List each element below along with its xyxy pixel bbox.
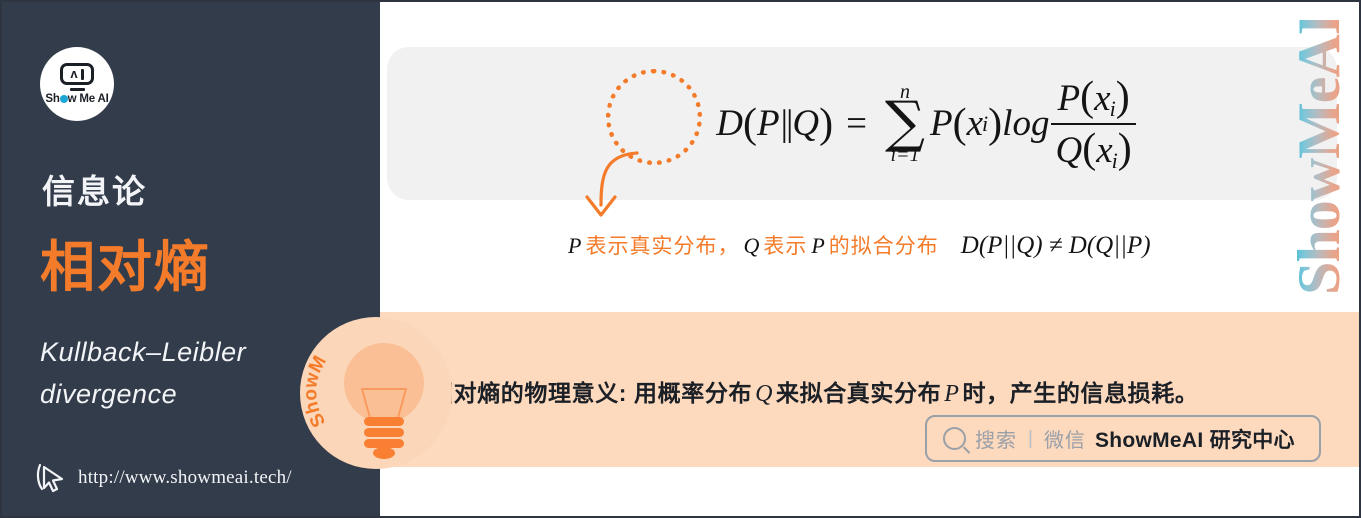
- logo-bar-glyph: [80, 68, 84, 80]
- mouse-pointer-icon: [36, 463, 64, 493]
- note-var-P: P: [568, 233, 582, 258]
- logo-stem: [69, 88, 85, 91]
- formula-D: D: [716, 103, 743, 144]
- term-P: P: [930, 103, 953, 144]
- log-fraction: P(xi) Q(xi): [1051, 73, 1136, 173]
- wechat-search-pill[interactable]: 搜索 | 微信 ShowMeAI 研究中心: [925, 415, 1321, 462]
- bulb-base-3: [364, 439, 404, 448]
- slide-root: ʌ Sh w Me AI 信息论 相对熵 Kullback–Leibler div…: [0, 0, 1361, 518]
- formula-P: P: [756, 103, 780, 144]
- den-x: x: [1096, 129, 1113, 171]
- bulb-base-2: [364, 428, 404, 437]
- bulb-tip: [373, 447, 395, 459]
- formula-equals: =: [846, 103, 868, 144]
- formula-log: log: [1002, 103, 1050, 144]
- category-label: 信息论: [42, 173, 147, 210]
- showmeai-vertical-watermark: ShowMeAI: [1287, 20, 1352, 295]
- search-separator: |: [1028, 427, 1033, 449]
- formula-bars: ||: [780, 103, 794, 144]
- showmeai-logo[interactable]: ʌ Sh w Me AI: [40, 47, 114, 121]
- sum-lower-limit: i=1: [890, 143, 920, 166]
- note-text-1: 表示真实分布，: [585, 235, 740, 258]
- watermark-text: ShowMeAI: [1287, 20, 1352, 295]
- den-open-paren: (: [1082, 125, 1097, 172]
- note-var-P2: P: [811, 233, 825, 258]
- main-content: D(P || Q) = n ∑ i=1 P(x i) log P(xi) Q(xi): [380, 2, 1359, 516]
- insight-text: 相对熵的物理意义: 用概率分布 Q 来拟合真实分布 P 时，产生的信息损耗。: [430, 374, 1198, 408]
- search-placeholder: 搜索: [975, 430, 1017, 452]
- formula-close-paren: ): [819, 100, 834, 147]
- formula-panel: D(P || Q) = n ∑ i=1 P(x i) log P(xi) Q(xi): [387, 47, 1337, 200]
- num-close-paren: ): [1115, 73, 1130, 120]
- logo-text-post: w Me AI: [67, 93, 109, 105]
- note-text-3: 的拟合分布: [828, 235, 939, 258]
- note-var-Q: Q: [743, 233, 760, 258]
- term-open-paren: (: [952, 100, 967, 147]
- website-url-row[interactable]: http://www.showmeai.tech/: [36, 462, 292, 494]
- page-title: 相对熵: [40, 236, 212, 298]
- insight-text-1: 相对熵的物理意义: 用概率分布: [430, 380, 753, 406]
- search-brand: ShowMeAI 研究中心: [1094, 428, 1295, 452]
- search-channel: 微信: [1043, 430, 1086, 452]
- bulb-base-1: [364, 417, 404, 426]
- note-inequality: D(P||Q) ≠ D(Q||P): [960, 232, 1151, 259]
- website-url[interactable]: http://www.showmeai.tech/: [78, 467, 292, 489]
- den-Q: Q: [1055, 129, 1083, 171]
- kl-divergence-formula: D(P || Q) = n ∑ i=1 P(x i) log P(xi) Q(xi): [387, 47, 1337, 200]
- insight-banner: 相对熵的物理意义: 用概率分布 Q 来拟合真实分布 P 时，产生的信息损耗。 搜索 | …: [380, 312, 1359, 467]
- logo-wordmark: Sh w Me AI: [45, 93, 108, 105]
- num-open-paren: (: [1080, 73, 1095, 120]
- formula-open-paren: (: [742, 100, 757, 147]
- fraction-denominator: Q(xi): [1051, 125, 1135, 173]
- logo-text-pre: Sh: [45, 93, 60, 105]
- summation-block: n ∑ i=1: [885, 82, 925, 165]
- lightbulb-badge: ShowMeAI: [300, 317, 452, 469]
- insight-text-3: 时，产生的信息损耗。: [962, 380, 1199, 406]
- search-icon: [943, 427, 966, 450]
- num-P: P: [1057, 77, 1081, 119]
- insight-var-P: P: [944, 381, 960, 407]
- formula-annotation: P 表示真实分布， Q 表示 P 的拟合分布 D(P||Q) ≠ D(Q||P): [564, 230, 1151, 260]
- formula-row: D(P || Q) = n ∑ i=1 P(x i) log P(xi) Q(xi): [716, 73, 1138, 173]
- term-close-paren: ): [988, 100, 1003, 147]
- note-text-2: 表示: [763, 235, 808, 258]
- fraction-numerator: P(xi): [1054, 73, 1134, 123]
- term-x: x: [966, 103, 984, 144]
- robot-face-icon: ʌ: [60, 63, 94, 85]
- num-x: x: [1094, 77, 1111, 119]
- sigma-icon: ∑: [885, 90, 925, 156]
- insight-var-Q: Q: [755, 381, 773, 407]
- formula-Q: Q: [792, 103, 820, 144]
- logo-caret-glyph: ʌ: [70, 65, 78, 81]
- logo-dot-icon: [59, 95, 68, 103]
- den-close-paren: ): [1117, 125, 1132, 172]
- curved-down-arrow-icon: [585, 151, 639, 217]
- insight-text-2: 来拟合真实分布: [776, 380, 942, 406]
